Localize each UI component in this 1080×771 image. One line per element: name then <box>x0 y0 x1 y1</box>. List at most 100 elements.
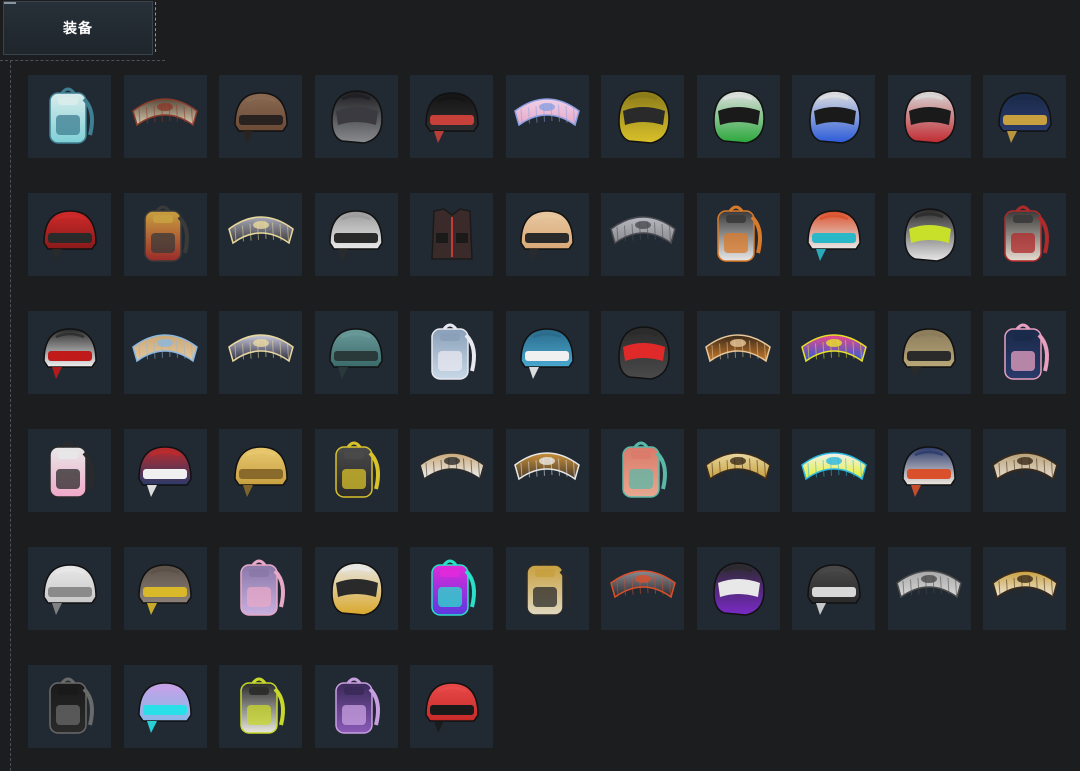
item-tile[interactable] <box>887 311 971 394</box>
purple-pattern-backpack-icon <box>320 671 392 743</box>
item-tile[interactable] <box>887 547 971 630</box>
item-tile[interactable] <box>410 311 493 394</box>
item-tile[interactable] <box>28 429 111 512</box>
blue-moto-helmet-icon <box>798 81 870 153</box>
item-tile[interactable] <box>410 429 493 512</box>
item-tile[interactable] <box>601 429 684 512</box>
graffiti-backpack-icon <box>225 671 297 743</box>
item-tile[interactable] <box>983 193 1066 276</box>
pink-backpack-icon <box>34 435 106 507</box>
glider-icon <box>607 553 679 625</box>
glider-icon <box>989 553 1061 625</box>
item-tile[interactable] <box>314 429 398 512</box>
item-tile[interactable] <box>314 193 398 276</box>
item-tile[interactable] <box>410 193 493 276</box>
item-tile[interactable] <box>123 429 207 512</box>
item-tile[interactable] <box>983 311 1066 394</box>
item-tile[interactable] <box>28 665 111 748</box>
item-tile[interactable] <box>123 311 207 394</box>
glider-icon <box>989 435 1061 507</box>
vest-icon <box>416 199 488 271</box>
item-tile[interactable] <box>505 429 589 512</box>
item-tile[interactable] <box>696 311 780 394</box>
item-tile[interactable] <box>219 311 302 394</box>
cat-helmet-icon <box>320 553 392 625</box>
item-tile[interactable] <box>792 547 875 630</box>
glider-icon <box>798 435 870 507</box>
motocross-helmet-icon <box>893 199 965 271</box>
item-tile[interactable] <box>696 75 780 158</box>
holographic-helmet-icon <box>129 671 201 743</box>
glider-icon <box>225 199 297 271</box>
item-tile[interactable] <box>123 75 207 158</box>
tab-edge-accent <box>153 2 156 52</box>
item-tile[interactable] <box>219 193 302 276</box>
item-tile[interactable] <box>28 75 111 158</box>
item-tile[interactable] <box>123 193 207 276</box>
lavender-backpack-icon <box>225 553 297 625</box>
item-tile[interactable] <box>792 75 875 158</box>
item-tile[interactable] <box>983 547 1066 630</box>
item-tile[interactable] <box>887 75 971 158</box>
item-tile[interactable] <box>219 429 302 512</box>
item-tile[interactable] <box>601 193 684 276</box>
neon-backpack-icon <box>416 553 488 625</box>
item-tile[interactable] <box>696 429 780 512</box>
red-moto-helmet-icon <box>893 81 965 153</box>
beige-backpack-icon <box>511 553 583 625</box>
item-tile[interactable] <box>505 75 589 158</box>
christmas-backpack-icon <box>989 199 1061 271</box>
tab-equipment[interactable]: 装备 <box>3 1 156 55</box>
item-tile[interactable] <box>28 547 111 630</box>
glider-icon <box>129 81 201 153</box>
item-tile[interactable] <box>314 75 398 158</box>
white-winged-helmet-icon <box>320 199 392 271</box>
item-tile[interactable] <box>123 547 207 630</box>
item-tile[interactable] <box>219 75 302 158</box>
glider-icon <box>511 435 583 507</box>
item-tile[interactable] <box>314 311 398 394</box>
visor-helmet-icon <box>798 199 870 271</box>
item-tile[interactable] <box>983 429 1066 512</box>
item-tile[interactable] <box>792 311 875 394</box>
item-tile[interactable] <box>28 193 111 276</box>
item-tile[interactable] <box>696 193 780 276</box>
backpack-icon <box>34 81 106 153</box>
item-tile[interactable] <box>983 75 1066 158</box>
item-tile[interactable] <box>410 547 493 630</box>
striped-helmet-icon <box>129 435 201 507</box>
item-tile[interactable] <box>887 193 971 276</box>
item-tile[interactable] <box>887 429 971 512</box>
yellow-moto-helmet-icon <box>607 81 679 153</box>
item-tile[interactable] <box>601 547 684 630</box>
top-hat-helmet-icon <box>34 317 106 389</box>
item-tile[interactable] <box>505 193 589 276</box>
item-tile[interactable] <box>792 429 875 512</box>
item-tile[interactable] <box>505 311 589 394</box>
anchor-helmet-icon <box>893 435 965 507</box>
glider-icon <box>893 553 965 625</box>
item-tile[interactable] <box>792 193 875 276</box>
item-tile[interactable] <box>219 547 302 630</box>
item-tile[interactable] <box>601 75 684 158</box>
item-tile[interactable] <box>314 547 398 630</box>
item-tile[interactable] <box>601 311 684 394</box>
item-tile[interactable] <box>410 665 493 748</box>
item-tile[interactable] <box>505 547 589 630</box>
item-tile[interactable] <box>696 547 780 630</box>
orange-patterned-helmet-icon <box>511 199 583 271</box>
item-tile[interactable] <box>123 665 207 748</box>
tab-divider-line <box>0 60 165 61</box>
leather-helmet-icon <box>225 81 297 153</box>
plaid-helmet-icon <box>416 671 488 743</box>
item-tile[interactable] <box>314 665 398 748</box>
black-bull-helmet-icon <box>798 553 870 625</box>
item-tile[interactable] <box>219 665 302 748</box>
item-tile[interactable] <box>410 75 493 158</box>
left-guide-line <box>10 60 11 771</box>
glider-icon <box>225 317 297 389</box>
red-visor-helmet-icon <box>607 317 679 389</box>
item-tile[interactable] <box>28 311 111 394</box>
red-horned-helmet-icon <box>34 199 106 271</box>
glider-icon <box>798 317 870 389</box>
